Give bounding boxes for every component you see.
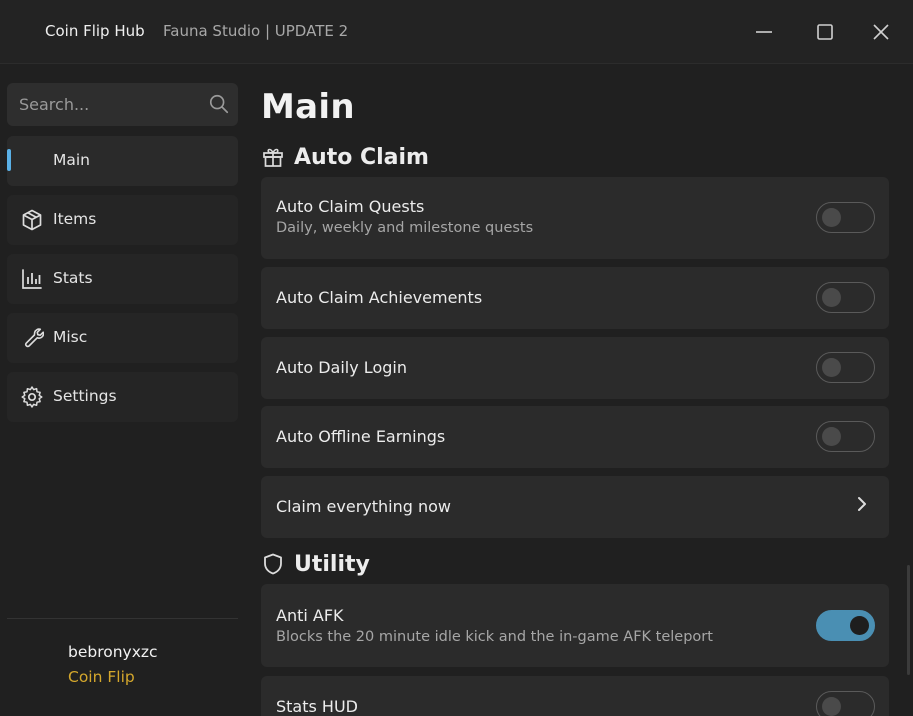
toggle-switch[interactable] [816,202,875,233]
setting-title: Auto Offline Earnings [276,427,446,446]
sidebar-item-items[interactable]: Items [7,195,238,245]
close-icon [873,24,889,40]
app-subtitle: Fauna Studio | UPDATE 2 [163,22,349,40]
sidebar-item-misc[interactable]: Misc [7,313,238,363]
search-icon [209,94,229,114]
app-title: Coin Flip Hub [45,22,145,40]
claim-everything-button[interactable]: Claim everything now [261,476,889,538]
setting-auto-offline-earnings: Auto Offline Earnings [261,406,889,468]
toggle-knob [822,287,841,307]
user-role: Coin Flip [68,668,135,686]
toggle-knob [850,615,869,635]
search-input[interactable]: Search... [7,83,238,126]
app-window: Coin Flip Hub Fauna Studio | UPDATE 2 Se… [0,0,913,716]
minimize-icon [756,31,772,33]
search-placeholder: Search... [19,95,90,114]
setting-description: Daily, weekly and milestone quests [276,220,534,236]
setting-title: Auto Claim Quests [276,197,425,216]
sidebar-divider [7,618,238,619]
setting-title: Auto Daily Login [276,358,407,377]
scrollbar[interactable] [907,565,910,675]
button-label: Claim everything now [276,497,451,516]
section-header-utility: Utility [261,550,370,578]
sidebar-item-label: Misc [53,328,88,346]
sidebar: Search... Main Items Stats Misc Settings… [0,65,246,716]
toggle-switch[interactable] [816,421,875,452]
setting-title: Auto Claim Achievements [276,288,483,307]
title-bar: Coin Flip Hub Fauna Studio | UPDATE 2 [0,0,913,64]
toggle-switch[interactable] [816,282,875,313]
minimize-button[interactable] [750,18,778,46]
setting-anti-afk: Anti AFK Blocks the 20 minute idle kick … [261,584,889,667]
section-title: Utility [294,551,370,577]
section-header-auto-claim: Auto Claim [261,143,429,171]
close-button[interactable] [867,18,895,46]
setting-auto-claim-achievements: Auto Claim Achievements [261,267,889,329]
main-panel: Main Auto Claim Auto Claim Quests Daily,… [246,65,913,716]
setting-stats-hud: Stats HUD [261,676,889,716]
setting-auto-daily-login: Auto Daily Login [261,337,889,399]
sidebar-item-label: Settings [53,387,117,405]
toggle-switch[interactable] [816,352,875,383]
user-name: bebronyxzc [68,643,158,661]
sidebar-item-label: Stats [53,269,93,287]
maximize-icon [817,24,833,40]
section-title: Auto Claim [294,144,429,170]
setting-title: Anti AFK [276,606,344,625]
page-title: Main [261,87,355,127]
sidebar-item-main[interactable]: Main [7,136,238,186]
sidebar-item-label: Items [53,210,97,228]
toggle-switch[interactable] [816,610,875,641]
toggle-knob [822,357,841,377]
gear-icon [21,386,43,408]
toggle-knob [822,426,841,446]
wrench-icon [25,328,44,348]
shield-icon [264,553,282,575]
setting-auto-claim-quests: Auto Claim Quests Daily, weekly and mile… [261,177,889,259]
active-indicator [7,149,11,171]
bar-chart-icon [22,269,42,289]
toggle-switch[interactable] [816,691,875,716]
sidebar-item-stats[interactable]: Stats [7,254,238,304]
gift-icon [263,148,283,167]
box-icon [22,209,42,231]
setting-title: Stats HUD [276,697,358,716]
maximize-button[interactable] [811,18,839,46]
toggle-knob [822,696,841,716]
setting-description: Blocks the 20 minute idle kick and the i… [276,629,713,645]
sidebar-item-label: Main [53,151,91,169]
sidebar-item-settings[interactable]: Settings [7,372,238,422]
toggle-knob [822,207,841,227]
chevron-right-icon [858,497,866,511]
